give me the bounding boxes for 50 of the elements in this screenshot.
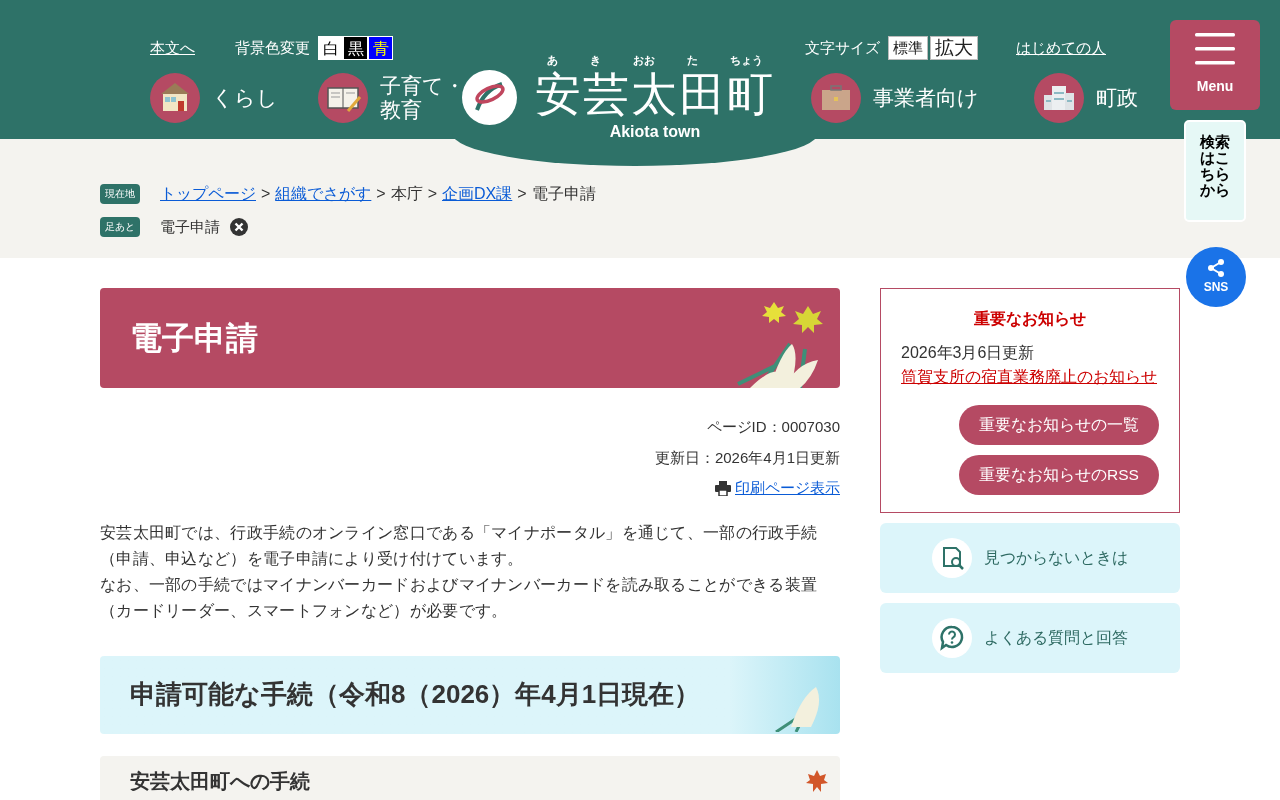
footprint-badge: 足あと bbox=[100, 217, 140, 238]
notice-button[interactable]: 重要なお知らせの一覧 bbox=[959, 405, 1159, 445]
logo-ruby: き bbox=[590, 53, 601, 69]
font-size-button[interactable]: 拡大 bbox=[930, 36, 978, 60]
breadcrumb-separator: > bbox=[517, 184, 527, 204]
side-link-card[interactable]: 見つからないときは bbox=[880, 523, 1180, 593]
breadcrumb-separator: > bbox=[261, 184, 271, 204]
subsection-heading: 安芸太田町への手続 bbox=[130, 768, 311, 794]
logo-subtitle: Akiota town bbox=[608, 122, 702, 142]
bg-color-button[interactable]: 白 bbox=[318, 36, 343, 60]
logo-ruby: おお bbox=[633, 53, 655, 68]
logo-ruby: た bbox=[687, 53, 698, 68]
logo-ruby: ちょう bbox=[730, 53, 763, 68]
bg-color-button[interactable]: 黒 bbox=[343, 36, 368, 60]
notice-button[interactable]: 重要なお知らせのRSS bbox=[959, 455, 1159, 495]
site-logo-title[interactable]: 安芸太田町 bbox=[535, 66, 775, 122]
nav-link[interactable]: くらし bbox=[150, 73, 278, 123]
print-link[interactable]: 印刷ページ表示 bbox=[715, 477, 840, 500]
body-paragraph: なお、一部の手続ではマイナンバーカードおよびマイナンバーカードを読み取ることができる装置（カードリーダー、スマートフォンなど）が必要です。 bbox=[100, 574, 819, 621]
nav-link[interactable]: 子育て・教育 bbox=[318, 73, 466, 123]
page-title: 電子申請 bbox=[130, 319, 258, 358]
font-size-label: 文字サイズ bbox=[805, 37, 880, 58]
breadcrumb-link[interactable]: 組織でさがす bbox=[275, 182, 372, 206]
nav-link[interactable]: 町政 bbox=[1034, 73, 1138, 123]
search-tooltip[interactable]: 検索はこちらから bbox=[1184, 120, 1246, 222]
first-visit-link[interactable]: はじめての人 bbox=[1016, 36, 1106, 60]
nav-link[interactable]: 事業者向け bbox=[811, 73, 979, 123]
breadcrumb-separator: > bbox=[427, 184, 438, 204]
menu-button[interactable]: Menu bbox=[1170, 20, 1260, 110]
breadcrumb-current: 電子申請 bbox=[531, 184, 596, 204]
bg-color-button[interactable]: 青 bbox=[368, 36, 393, 60]
bg-color-label: 背景色変更 bbox=[235, 37, 310, 58]
location-badge: 現在地 bbox=[100, 184, 140, 204]
footprint-link[interactable]: 電子申請 bbox=[160, 216, 220, 239]
breadcrumb-link[interactable]: 企画DX課 bbox=[442, 182, 513, 206]
logo-ruby: あ bbox=[547, 53, 558, 68]
sns-button[interactable]: SNS bbox=[1186, 247, 1246, 307]
font-size-button[interactable]: 標準 bbox=[888, 36, 928, 60]
section-heading: 申請可能な手続（令和8（2026）年4月1日現在） bbox=[130, 678, 701, 711]
skip-link[interactable]: 本文へ bbox=[150, 36, 195, 60]
breadcrumb-current: 本庁 bbox=[390, 184, 423, 204]
breadcrumb-separator: > bbox=[376, 184, 386, 204]
side-link-card[interactable]: よくある質問と回答 bbox=[880, 603, 1180, 673]
notice-link[interactable]: 筒賀支所の宿直業務廃止のお知らせ bbox=[901, 365, 1159, 389]
notice-date: 2026年3月6日更新 bbox=[901, 343, 1036, 363]
breadcrumb-link[interactable]: トップページ bbox=[160, 182, 256, 206]
body-paragraph: 安芸太田町では、行政手続のオンライン窓口である「マイナポータル」を通じて、一部の行政手続（申請、申込など）を電子申請により受け付けています。 bbox=[100, 522, 819, 569]
updated-date: 更新日：2026年4月1日更新 bbox=[654, 447, 840, 468]
notice-title: 重要なお知らせ bbox=[973, 309, 1087, 330]
page-id: ページID：0007030 bbox=[706, 417, 840, 437]
